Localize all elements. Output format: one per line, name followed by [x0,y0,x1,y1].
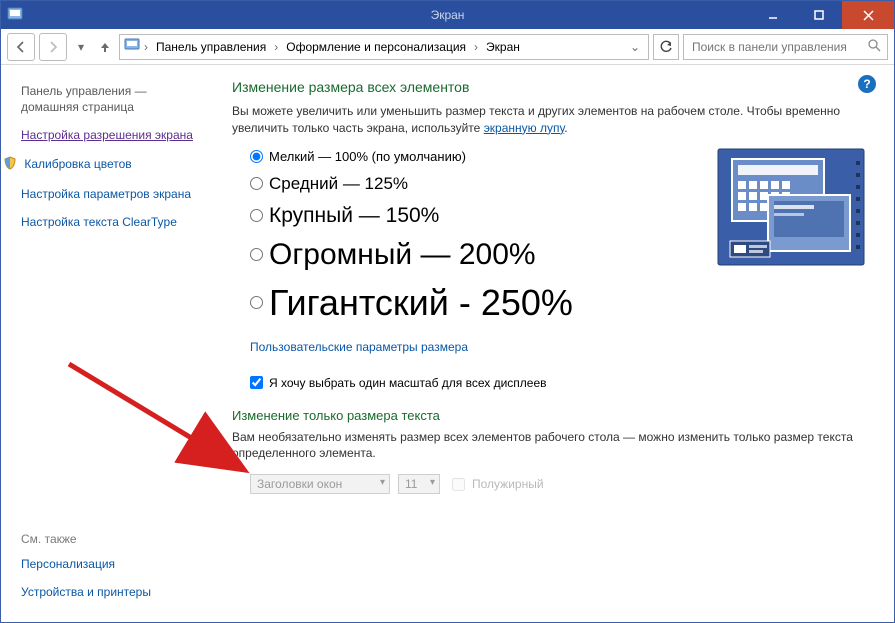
bold-label: Полужирный [472,477,544,491]
same-scale-checkbox[interactable] [250,376,263,389]
same-scale-row: Я хочу выбрать один масштаб для всех дис… [232,376,866,390]
see-also-header: См. также [21,532,206,546]
shield-icon [3,156,19,174]
app-icon [7,6,23,25]
search-input[interactable] [690,39,867,55]
window-controls [750,1,894,29]
content: ? Изменение размера всех элементов Вы мо… [216,65,894,622]
text-size-select[interactable]: 11 [398,474,440,494]
sidebar-item-display-settings[interactable]: Настройка параметров экрана [21,186,206,202]
address-bar[interactable]: › Панель управления › Оформление и персо… [119,34,649,60]
page-description: Вы можете увеличить или уменьшить размер… [232,103,866,137]
body: Панель управления — домашняя страница На… [1,65,894,622]
address-dropdown[interactable]: ⌄ [626,40,644,54]
text-element-select[interactable]: Заголовки окон [250,474,390,494]
sidebar-item-resolution[interactable]: Настройка разрешения экрана [21,127,206,143]
titlebar: Экран [1,1,894,29]
size-option-small[interactable]: Мелкий — 100% (по умолчанию) [250,149,706,164]
size-options: Мелкий — 100% (по умолчанию) Средний — 1… [232,149,706,334]
control-panel-home-link[interactable]: Панель управления — домашняя страница [21,83,206,115]
size-option-large[interactable]: Крупный — 150% [250,204,706,228]
forward-button[interactable] [39,33,67,61]
bold-checkbox-row[interactable]: Полужирный [448,475,544,494]
text-only-controls: Заголовки окон 11 Полужирный [232,474,866,494]
breadcrumb-leaf[interactable]: Экран [482,38,524,56]
breadcrumb-mid[interactable]: Оформление и персонализация [282,38,470,56]
minimize-button[interactable] [750,1,796,29]
chevron-right-icon: › [474,40,478,54]
window-title: Экран [431,8,465,22]
maximize-button[interactable] [796,1,842,29]
back-button[interactable] [7,33,35,61]
custom-size-link[interactable]: Пользовательские параметры размера [232,340,468,354]
bold-checkbox[interactable] [452,478,465,491]
see-also-devices-printers[interactable]: Устройства и принтеры [21,584,206,600]
see-also-personalization[interactable]: Персонализация [21,556,206,572]
breadcrumb-root[interactable]: Панель управления [152,38,270,56]
sidebar-item-color-calibration[interactable]: Калибровка цветов [21,156,206,174]
sidebar-item-cleartype[interactable]: Настройка текста ClearType [21,214,206,230]
help-icon[interactable]: ? [858,75,876,93]
recent-dropdown[interactable]: ▾ [71,33,91,61]
close-button[interactable] [842,1,894,29]
refresh-button[interactable] [653,34,679,60]
chevron-right-icon: › [274,40,278,54]
text-only-heading: Изменение только размера текста [232,408,866,423]
size-option-medium[interactable]: Средний — 125% [250,174,706,194]
monitor-icon [124,37,140,56]
monitor-illustration [716,147,866,267]
magnifier-link[interactable]: экранную лупу [484,121,565,135]
navbar: ▾ › Панель управления › Оформление и пер… [1,29,894,65]
chevron-right-icon: › [144,40,148,54]
see-also-section: См. также Персонализация Устройства и пр… [21,532,206,612]
sidebar: Панель управления — домашняя страница На… [1,65,216,622]
search-icon [867,38,881,55]
up-button[interactable] [95,33,115,61]
size-option-giant[interactable]: Гигантский - 250% [250,282,706,324]
size-option-huge[interactable]: Огромный — 200% [250,238,706,272]
same-scale-label: Я хочу выбрать один масштаб для всех дис… [269,376,547,390]
window: Экран ▾ › Панель управления › Оформление… [0,0,895,623]
page-heading: Изменение размера всех элементов [232,79,866,95]
text-only-description: Вам необязательно изменять размер всех э… [232,429,866,463]
search-box[interactable] [683,34,888,60]
